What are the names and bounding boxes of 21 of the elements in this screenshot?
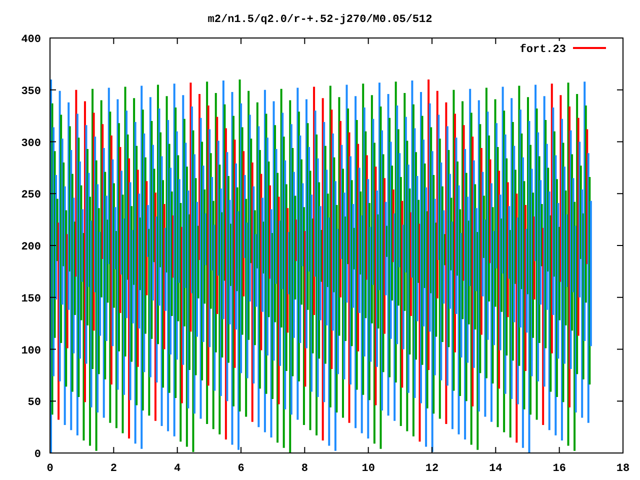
tick-label: 6 — [238, 463, 244, 475]
tick-label: 50 — [28, 397, 41, 410]
tick-label: 18 — [616, 463, 630, 475]
tick-label: 12 — [425, 463, 439, 475]
tick-label: 8 — [301, 463, 308, 475]
tick-label: 14 — [489, 463, 502, 475]
tick-label: 0 — [46, 463, 54, 475]
chart-title: m2/n1.5/q2.0/r-+.52-j270/M0.05/512 — [208, 14, 432, 26]
tick-label: 400 — [21, 34, 41, 46]
tick-label: 16 — [552, 463, 566, 475]
tick-label: 150 — [21, 293, 41, 306]
tick-label: 250 — [21, 190, 41, 202]
legend-label: fort.23 — [520, 44, 566, 56]
tick-label: 300 — [21, 138, 41, 150]
tick-label: 0 — [34, 449, 41, 461]
tick-label: 4 — [174, 463, 181, 475]
tick-label: 200 — [21, 242, 41, 254]
tick-label: 2 — [110, 463, 117, 475]
tick-label: 100 — [21, 345, 41, 358]
tick-label: 350 — [21, 86, 41, 98]
tick-label: 10 — [362, 463, 375, 475]
